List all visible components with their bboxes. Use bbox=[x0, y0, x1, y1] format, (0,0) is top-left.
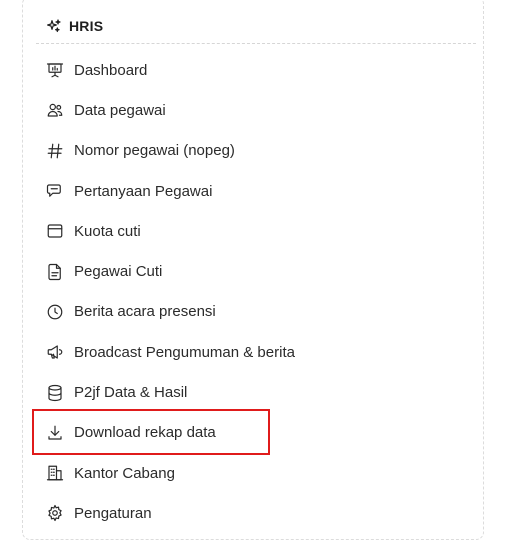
building-icon bbox=[46, 464, 64, 482]
menu-item-label: Pertanyaan Pegawai bbox=[74, 182, 213, 200]
menu-item-p2jf[interactable]: P2jf Data & Hasil bbox=[36, 372, 476, 412]
menu-item-data-pegawai[interactable]: Data pegawai bbox=[36, 90, 476, 130]
presentation-chart-icon bbox=[46, 61, 64, 79]
chat-bubbles-icon bbox=[46, 182, 64, 200]
menu-item-label: Download rekap data bbox=[74, 424, 216, 442]
menu-item-label: Kuota cuti bbox=[74, 222, 141, 240]
hash-icon bbox=[46, 142, 64, 160]
clock-icon bbox=[46, 303, 64, 321]
menu-item-label: Nomor pegawai (nopeg) bbox=[74, 142, 235, 160]
menu-item-label: Broadcast Pengumuman & berita bbox=[74, 343, 295, 361]
menu-item-label: Data pegawai bbox=[74, 101, 166, 119]
menu-item-label: Berita acara presensi bbox=[74, 303, 216, 321]
menu-item-label: P2jf Data & Hasil bbox=[74, 384, 188, 402]
download-icon bbox=[46, 424, 64, 442]
sidebar-menu: Dashboard Data pegawai Nomor pegawai (no… bbox=[36, 50, 476, 534]
menu-item-kantor-cabang[interactable]: Kantor Cabang bbox=[36, 453, 476, 493]
menu-item-kuota-cuti[interactable]: Kuota cuti bbox=[36, 211, 476, 251]
menu-item-dashboard[interactable]: Dashboard bbox=[36, 50, 476, 90]
menu-item-berita-acara[interactable]: Berita acara presensi bbox=[36, 292, 476, 332]
menu-item-pegawai-cuti[interactable]: Pegawai Cuti bbox=[36, 251, 476, 291]
menu-item-broadcast[interactable]: Broadcast Pengumuman & berita bbox=[36, 332, 476, 372]
document-icon bbox=[46, 263, 64, 281]
menu-item-label: Kantor Cabang bbox=[74, 464, 175, 482]
header-divider bbox=[36, 43, 476, 44]
menu-item-label: Pegawai Cuti bbox=[74, 263, 163, 281]
menu-item-label: Pengaturan bbox=[74, 504, 152, 522]
menu-item-download-rekap[interactable]: Download rekap data bbox=[36, 413, 476, 453]
sidebar-title: HRIS bbox=[69, 18, 104, 34]
menu-item-pengaturan[interactable]: Pengaturan bbox=[36, 493, 476, 533]
menu-item-pertanyaan-pegawai[interactable]: Pertanyaan Pegawai bbox=[36, 171, 476, 211]
users-icon bbox=[46, 101, 64, 119]
calendar-window-icon bbox=[46, 222, 64, 240]
sidebar-header: HRIS bbox=[46, 14, 103, 38]
sparkles-icon bbox=[46, 18, 62, 34]
database-icon bbox=[46, 384, 64, 402]
menu-item-nomor-pegawai[interactable]: Nomor pegawai (nopeg) bbox=[36, 131, 476, 171]
gear-icon bbox=[46, 504, 64, 522]
menu-item-label: Dashboard bbox=[74, 61, 148, 79]
megaphone-icon bbox=[46, 343, 64, 361]
